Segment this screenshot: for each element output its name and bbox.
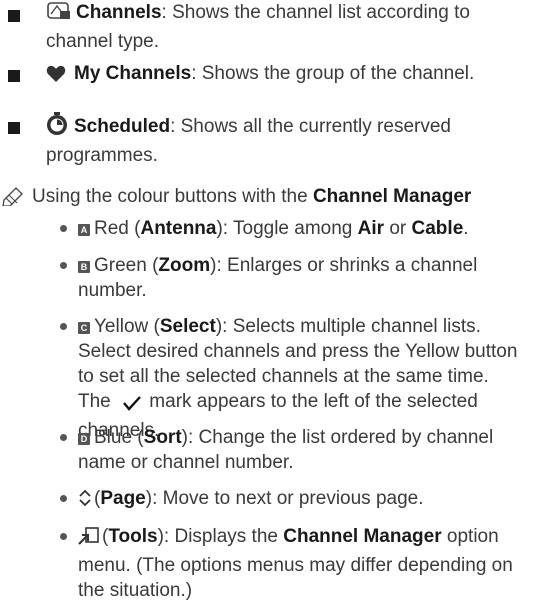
heart-icon xyxy=(46,65,66,90)
note-line: Using the colour buttons with the Channe… xyxy=(2,184,532,213)
bullet-square xyxy=(8,10,20,22)
dot-bullet xyxy=(60,434,67,441)
channels-icon xyxy=(46,0,72,29)
page-name: Page xyxy=(100,488,146,509)
tools-icon xyxy=(78,526,100,553)
page-desc: ): Move to next or previous page. xyxy=(145,488,424,509)
tools-mid: ): Displays the xyxy=(157,526,284,547)
tools-item: (Tools): Displays the Channel Manager op… xyxy=(78,526,513,601)
clock-icon xyxy=(46,112,68,143)
red-or: or xyxy=(384,218,412,239)
dot-bullet xyxy=(60,262,67,269)
blue-button-item: D Blue (Sort): Change the list ordered by… xyxy=(78,425,518,475)
scheduled-item: Scheduled: Shows all the currently reser… xyxy=(46,112,516,168)
scheduled-label: Scheduled xyxy=(74,116,171,137)
dot-bullet xyxy=(60,495,67,502)
red-end: . xyxy=(463,218,469,239)
channels-item: Channels: Shows the channel list accordi… xyxy=(46,0,516,54)
green-color: Green ( xyxy=(94,255,159,276)
blue-color: Blue ( xyxy=(94,427,144,448)
checkmark-icon xyxy=(122,393,142,418)
yellow-name: Select xyxy=(159,316,216,337)
red-key-icon: A xyxy=(78,224,90,236)
up-down-arrows-icon xyxy=(78,488,92,515)
yellow-button-item: C Yellow (Select): Selects multiple chann… xyxy=(78,314,523,443)
bullet-square xyxy=(8,70,20,82)
green-button-item: B Green (Zoom): Enlarges or shrinks a cha… xyxy=(78,253,518,303)
page-item: (Page): Move to next or previous page. xyxy=(78,486,518,515)
note-text: Using the colour buttons with the xyxy=(32,186,313,207)
red-air: Air xyxy=(357,218,385,239)
bullet-square xyxy=(8,122,20,134)
my-channels-label: My Channels xyxy=(74,63,192,84)
my-channels-item: My Channels: Shows the group of the chan… xyxy=(46,61,516,90)
tools-bold: Channel Manager xyxy=(283,526,442,547)
red-color: Red ( xyxy=(94,218,141,239)
my-channels-desc: : Shows the group of the channel. xyxy=(191,63,475,84)
blue-key-icon: D xyxy=(78,433,90,445)
dot-bullet xyxy=(60,323,67,330)
channels-label: Channels xyxy=(76,2,162,23)
dot-bullet xyxy=(60,225,67,232)
red-name: Antenna xyxy=(140,218,217,239)
yellow-color: Yellow ( xyxy=(94,316,160,337)
green-name: Zoom xyxy=(158,255,211,276)
note-bold: Channel Manager xyxy=(312,186,472,207)
dot-bullet xyxy=(60,533,67,540)
red-button-item: A Red (Antenna): Toggle among Air or Cabl… xyxy=(78,216,518,241)
red-mid: ): Toggle among xyxy=(216,218,358,239)
red-cable: Cable xyxy=(411,218,464,239)
blue-name: Sort xyxy=(143,427,182,448)
note-pencil-icon xyxy=(2,186,26,213)
yellow-key-icon: C xyxy=(78,322,90,334)
green-key-icon: B xyxy=(78,261,90,273)
tools-name: Tools xyxy=(108,526,158,547)
